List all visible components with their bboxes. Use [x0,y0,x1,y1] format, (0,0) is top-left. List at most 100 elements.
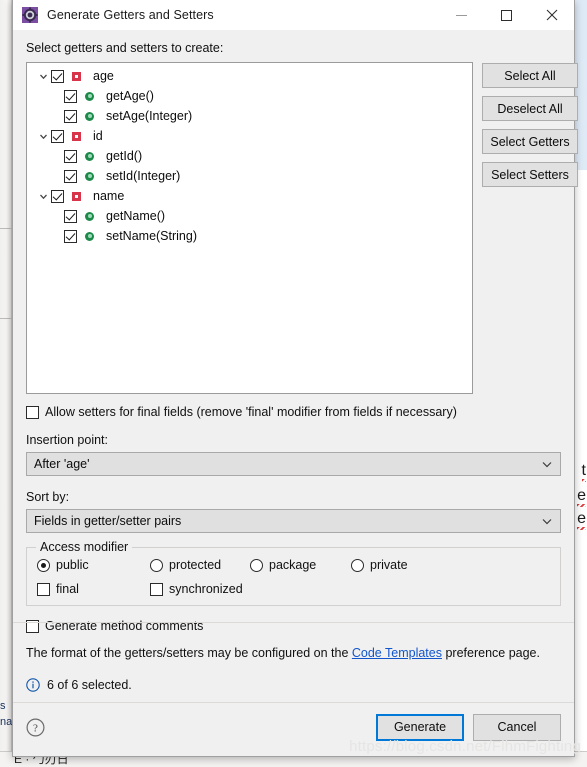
tree-row[interactable]: setAge(Integer) [27,106,472,126]
help-icon[interactable]: ? [26,718,45,737]
tree-row-checkbox[interactable] [64,109,77,123]
tree-row-checkbox[interactable] [64,169,77,183]
tree-row-label: setAge(Integer) [106,109,193,123]
access-modifier-group: Access modifier public protected package… [26,540,561,606]
chevron-down-icon[interactable] [35,192,51,201]
tree-row-label: setId(Integer) [106,169,181,183]
tree-row-checkbox[interactable] [51,129,64,143]
insertion-point-select[interactable]: After 'age' [26,452,561,476]
sort-by-label: Sort by: [26,490,70,504]
background-code-line: t [581,462,587,482]
radio-public-label: public [56,558,89,572]
tree-row[interactable]: name [27,186,472,206]
dialog-footer: ? Generate Cancel [13,698,574,756]
tree-action-buttons: Select All Deselect All Select Getters S… [482,62,578,187]
method-icon [85,91,94,101]
maximize-button[interactable] [484,0,529,31]
chevron-down-icon [542,457,552,471]
method-icon [85,171,94,181]
radio-public[interactable]: public [37,558,150,572]
tree-row[interactable]: getId() [27,146,472,166]
format-note-suffix: preference page. [441,646,540,660]
radio-dot [150,558,163,572]
radio-protected-label: protected [169,558,222,572]
status-text: 6 of 6 selected. [47,678,132,692]
final-checkbox[interactable]: final [37,582,150,596]
generate-getters-setters-dialog: Generate Getters and Setters Select gett… [12,0,578,757]
access-modifier-title: Access modifier [36,540,133,554]
code-templates-link[interactable]: Code Templates [352,646,442,660]
chevron-down-icon[interactable] [35,72,51,81]
status-message: 6 of 6 selected. [26,678,561,692]
radio-dot [250,558,263,572]
radio-dot [37,558,50,572]
chevron-down-icon[interactable] [35,132,51,141]
background-code-line: e [577,510,586,530]
tree-row-label: getAge() [106,89,154,103]
radio-package-label: package [269,558,317,572]
tree-row-label: name [93,189,125,203]
tree-row[interactable]: getName() [27,206,472,226]
method-icon [85,151,94,161]
eclipse-gear-icon [22,7,38,23]
background-bottom-left-text: s [0,700,6,712]
deselect-all-button[interactable]: Deselect All [482,96,578,121]
generate-button[interactable]: Generate [376,713,464,741]
radio-package[interactable]: package [250,558,351,572]
tree-row-checkbox[interactable] [51,69,64,83]
background-left-rule [0,228,12,229]
close-button[interactable] [529,0,574,31]
tree-row-label: setName(String) [106,229,197,243]
radio-protected[interactable]: protected [150,558,250,572]
dialog-titlebar: Generate Getters and Setters [13,0,574,31]
minimize-button[interactable] [439,0,484,31]
tree-row-checkbox[interactable] [51,189,64,203]
sort-by-select[interactable]: Fields in getter/setter pairs [26,509,561,533]
synchronized-label: synchronized [169,582,243,596]
divider [13,622,574,623]
chevron-down-icon [542,514,552,528]
checkbox-box [37,582,50,596]
radio-private-label: private [370,558,408,572]
cancel-button[interactable]: Cancel [473,713,561,741]
tree-row-checkbox[interactable] [64,89,77,103]
members-tree[interactable]: age getAge() setAge(Integer) id getId() … [26,62,473,394]
tree-row-label: getId() [106,149,143,163]
tree-row-checkbox[interactable] [64,229,77,243]
field-icon [72,131,81,141]
checkbox-box [150,582,163,596]
background-left-rule [0,318,12,319]
select-all-button[interactable]: Select All [482,63,578,88]
window-controls [439,0,574,31]
dialog-body: Select getters and setters to create: ag… [13,31,578,756]
final-label: final [56,582,79,596]
radio-dot [351,558,364,572]
select-setters-button[interactable]: Select Setters [482,162,578,187]
synchronized-checkbox[interactable]: synchronized [150,582,243,596]
tree-header-label: Select getters and setters to create: [26,41,224,55]
radio-private[interactable]: private [351,558,408,572]
method-icon [85,211,94,221]
tree-row-checkbox[interactable] [64,149,77,163]
tree-row-label: age [93,69,114,83]
dialog-title: Generate Getters and Setters [47,8,214,22]
tree-row[interactable]: age [27,66,472,86]
allow-final-setters-checkbox[interactable]: Allow setters for final fields (remove '… [26,405,561,419]
method-icon [85,111,94,121]
tree-row-label: getName() [106,209,166,223]
tree-row[interactable]: setId(Integer) [27,166,472,186]
insertion-point-label: Insertion point: [26,433,108,447]
method-icon [85,231,94,241]
svg-text:?: ? [33,722,38,734]
insertion-point-value: After 'age' [34,457,90,471]
format-note-prefix: The format of the getters/setters may be… [26,646,352,660]
field-icon [72,191,81,201]
background-code-line: e [577,487,586,507]
tree-row-checkbox[interactable] [64,209,77,223]
tree-and-buttons-row: age getAge() setAge(Integer) id getId() … [26,62,578,394]
tree-row[interactable]: id [27,126,472,146]
tree-row[interactable]: getAge() [27,86,472,106]
select-getters-button[interactable]: Select Getters [482,129,578,154]
tree-row[interactable]: setName(String) [27,226,472,246]
background-bottom-left-text: na [0,716,13,728]
